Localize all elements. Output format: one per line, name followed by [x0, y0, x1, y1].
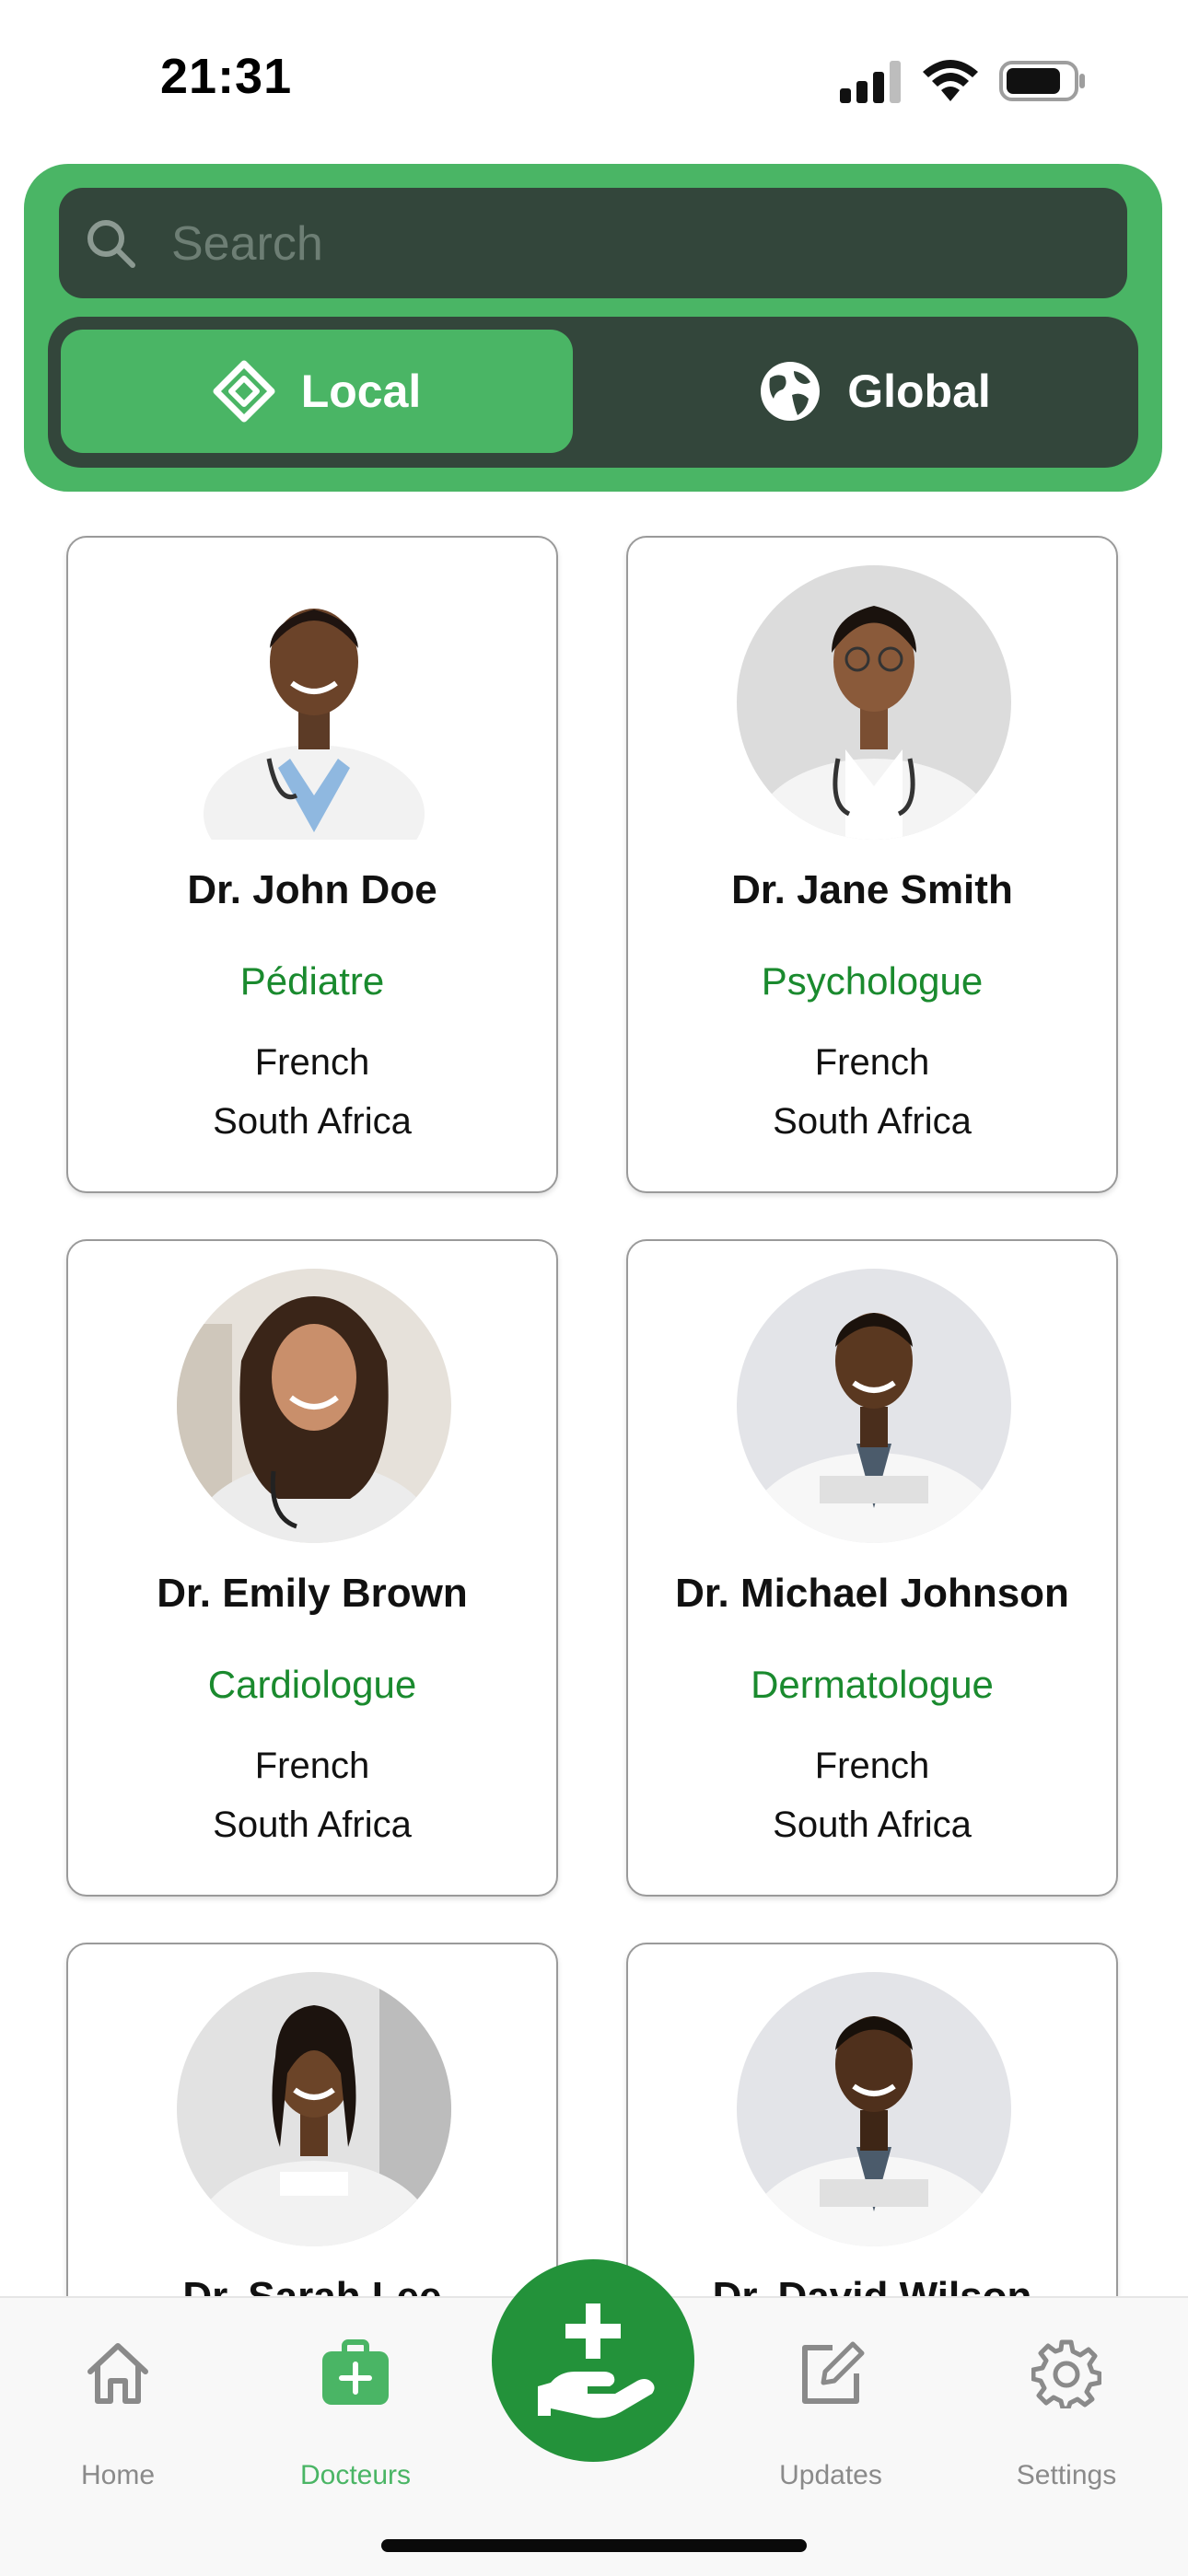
- doctor-language: French: [814, 1042, 930, 1083]
- doctor-specialty: Pédiatre: [239, 959, 385, 1003]
- doctor-photo: [177, 1972, 451, 2246]
- tab-bar: Home Docteurs Updates Settings: [0, 2259, 1188, 2576]
- tab-docteurs-label: Docteurs: [299, 2460, 412, 2490]
- global-toggle-label: Global: [847, 366, 991, 417]
- tab-home[interactable]: Home: [17, 2298, 219, 2501]
- doctor-country: South Africa: [773, 1101, 972, 1142]
- search-icon: [87, 220, 135, 268]
- cellular-signal-icon: [840, 61, 901, 103]
- doctor-name: Dr. John Doe: [187, 867, 437, 912]
- tab-updates[interactable]: Updates: [729, 2298, 932, 2501]
- doctor-card[interactable]: Dr. Emily Brown Cardiologue French South…: [66, 1239, 558, 1897]
- doctor-specialty: Dermatologue: [751, 1663, 994, 1706]
- doctor-country: South Africa: [213, 1101, 412, 1142]
- doctor-language: French: [254, 1746, 370, 1786]
- battery-icon: [999, 61, 1085, 101]
- search-input[interactable]: [169, 206, 1094, 282]
- doctor-photo: [177, 1269, 451, 1543]
- doctor-photo: [737, 1972, 1011, 2246]
- tab-settings[interactable]: Settings: [965, 2298, 1168, 2501]
- doctor-card[interactable]: Dr. David Wilson: [626, 1943, 1118, 2296]
- status-bar: 21:31: [0, 0, 1188, 157]
- tab-updates-label: Updates: [779, 2460, 882, 2490]
- center-action-button[interactable]: [492, 2259, 694, 2462]
- doctor-language: French: [254, 1042, 370, 1083]
- home-indicator: [381, 2539, 807, 2552]
- doctor-photo: [737, 565, 1011, 840]
- doctor-card[interactable]: Dr. John Doe Pédiatre French South Afric…: [66, 536, 558, 1193]
- local-toggle-button[interactable]: Local: [61, 330, 573, 453]
- doctor-name: Dr. Jane Smith: [731, 867, 1013, 912]
- search-field[interactable]: [59, 188, 1127, 298]
- doctor-card[interactable]: Dr. Michael Johnson Dermatologue French …: [626, 1239, 1118, 1897]
- search-panel: Local Global: [24, 164, 1162, 492]
- tab-settings-label: Settings: [1016, 2460, 1117, 2490]
- scope-toggle: Local Global: [48, 317, 1138, 468]
- global-toggle-button[interactable]: Global: [619, 330, 1131, 453]
- doctor-photo: [177, 565, 451, 840]
- doctor-language: French: [814, 1746, 930, 1786]
- status-icons: [838, 55, 1087, 107]
- doctor-specialty: Psychologue: [761, 959, 984, 1003]
- doctor-card[interactable]: Dr. Sarah Lee: [66, 1943, 558, 2296]
- diamond-icon: [213, 360, 275, 423]
- home-icon: [87, 2343, 148, 2404]
- doctor-photo: [737, 1269, 1011, 1543]
- doctor-specialty: Cardiologue: [207, 1663, 417, 1706]
- doctor-name: Dr. Michael Johnson: [675, 1571, 1069, 1616]
- doctor-card[interactable]: Dr. Jane Smith Psychologue French South …: [626, 536, 1118, 1193]
- doctor-name: Dr. Emily Brown: [157, 1571, 468, 1616]
- hand-plus-icon: [538, 2303, 655, 2419]
- wifi-icon: [923, 60, 978, 101]
- doctor-grid: Dr. John Doe Pédiatre French South Afric…: [0, 534, 1188, 2296]
- gear-icon: [1031, 2339, 1101, 2408]
- doctor-country: South Africa: [773, 1804, 972, 1845]
- doctor-country: South Africa: [213, 1804, 412, 1845]
- tab-docteurs[interactable]: Docteurs: [254, 2298, 457, 2501]
- globe-icon: [761, 362, 821, 421]
- local-toggle-label: Local: [300, 366, 422, 417]
- status-time: 21:31: [160, 49, 293, 104]
- edit-icon: [802, 2341, 865, 2404]
- medical-kit-icon: [322, 2339, 389, 2405]
- tab-home-label: Home: [80, 2460, 156, 2490]
- doctor-name: Dr. David Wilson: [628, 2274, 1116, 2296]
- doctor-name: Dr. Sarah Lee: [68, 2274, 556, 2296]
